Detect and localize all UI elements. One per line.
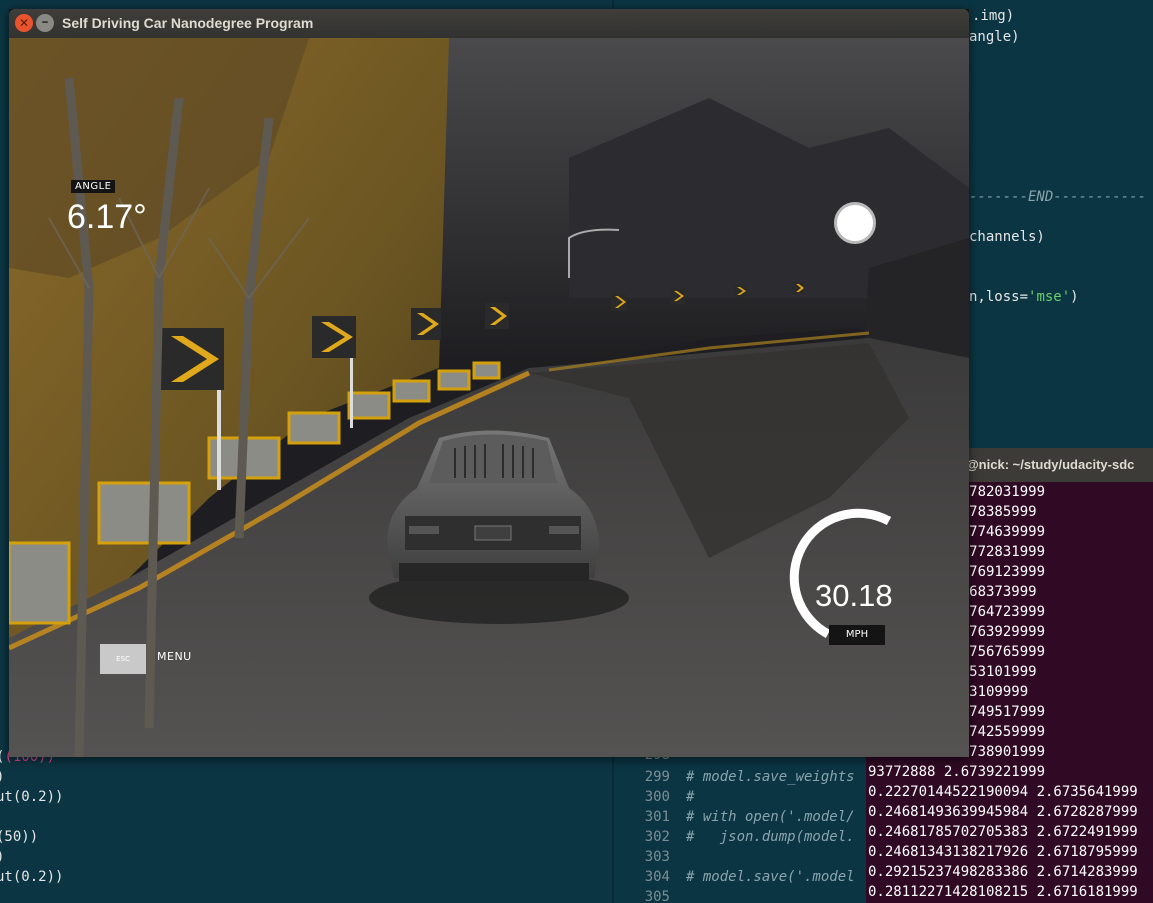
code-fragment: .img) (972, 8, 1015, 24)
code-string: 'mse' (1028, 289, 1071, 305)
terminal-line: 0.24681493639945984 2.6728287999 (868, 804, 1138, 820)
code-line: ut(0.2)) (0, 869, 64, 885)
code-comment: # model.save_weights (686, 769, 855, 785)
code-fragment: ) (1070, 289, 1079, 305)
code-fragment: n,loss= (969, 289, 1029, 305)
terminal-line: 0.29215237498283386 2.6714283999 (868, 864, 1138, 880)
close-icon[interactable]: ✕ (15, 14, 33, 32)
line-number: 305 (644, 889, 670, 903)
code-line: ) (0, 847, 4, 867)
angle-label: ANGLE (71, 180, 116, 193)
window-titlebar[interactable]: ✕ – Self Driving Car Nanodegree Program (9, 9, 969, 38)
terminal-line: 0.24681343138217926 2.6718795999 (868, 844, 1138, 860)
line-number: 299 (644, 769, 670, 785)
menu-label[interactable]: MENU (157, 650, 192, 663)
code-line: ut(0.2)) (0, 789, 64, 805)
line-number: 304 (644, 869, 670, 885)
code-comment: # with open('.model/ (686, 809, 855, 825)
driving-scene: ANGLE 6.17° ESC MENU 30.18 MPH (9, 38, 969, 757)
line-number-gutter: 298 299 300 301 302 303 304 305 (612, 745, 674, 903)
code-comment: # json.dump(model. (686, 829, 855, 845)
code-comment: # model.save('.model (686, 869, 855, 885)
terminal-line: 0.24681785702705383 2.6722491999 (868, 824, 1138, 840)
line-number: 301 (644, 809, 670, 825)
angle-value: 6.17° (67, 198, 147, 236)
line-number: 303 (644, 849, 670, 865)
code-fragment: angle) (969, 29, 1020, 45)
terminal-line: 0.28112271428108215 2.6716181999 (868, 884, 1138, 900)
code-line: ) (0, 767, 4, 787)
code-fragment: channels) (969, 229, 1045, 245)
code-line-compile: n,loss='mse') (969, 287, 1079, 307)
code-line: (50)) (0, 829, 39, 845)
window-title: Self Driving Car Nanodegree Program (62, 15, 314, 31)
terminal-line: 93772888 2.6739221999 (868, 764, 1046, 780)
minimize-icon[interactable]: – (36, 14, 54, 32)
code-comment: # (686, 789, 695, 805)
terminal-line: 0.22270144522190094 2.6735641999 (868, 784, 1138, 800)
speed-gauge (779, 534, 919, 684)
line-number: 300 (644, 789, 670, 805)
code-comment-end-marker: -------END----------- (969, 189, 1147, 205)
line-number: 302 (644, 829, 670, 845)
record-button[interactable] (834, 202, 876, 244)
simulator-window[interactable]: ✕ – Self Driving Car Nanodegree Program (9, 9, 969, 757)
esc-button[interactable]: ESC (100, 644, 146, 674)
